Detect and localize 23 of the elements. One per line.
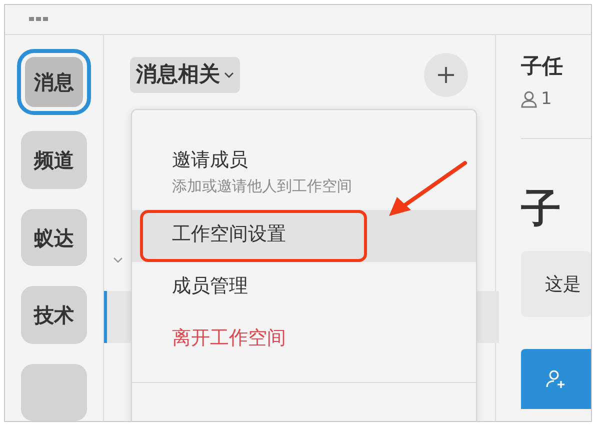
channel-dropdown[interactable]: 消息相关 — [130, 57, 240, 93]
workspace-button[interactable]: 蚁达 — [21, 208, 87, 266]
user-plus-icon — [546, 369, 566, 389]
member-count: 1 — [541, 88, 552, 110]
workspace-button[interactable]: 频道 — [21, 131, 87, 189]
menu-icon[interactable] — [29, 17, 49, 22]
invite-button[interactable] — [521, 349, 591, 409]
user-icon — [521, 90, 537, 108]
plus-icon — [437, 66, 455, 84]
caret-icon — [113, 257, 123, 263]
workspace-button[interactable]: 消息 — [25, 57, 83, 108]
menu-item[interactable]: 邀请成员 添加或邀请他人到工作空间 — [132, 136, 476, 210]
add-button[interactable] — [424, 53, 468, 97]
workspace-button[interactable]: 技术 — [21, 286, 87, 344]
menu-item-description: 添加或邀请他人到工作空间 — [172, 176, 353, 196]
menu-item-label: 邀请成员 — [172, 148, 249, 173]
task-heading: 子 — [521, 185, 562, 234]
task-title: 子任 — [521, 53, 564, 80]
description-text: 这是 — [545, 272, 581, 296]
menu-item[interactable]: 工作空间设置 — [132, 210, 476, 262]
menu-item[interactable]: 成员管理 — [132, 262, 476, 314]
menu-item[interactable]: 离开工作空间 — [132, 314, 476, 366]
caret-icon — [224, 72, 234, 78]
